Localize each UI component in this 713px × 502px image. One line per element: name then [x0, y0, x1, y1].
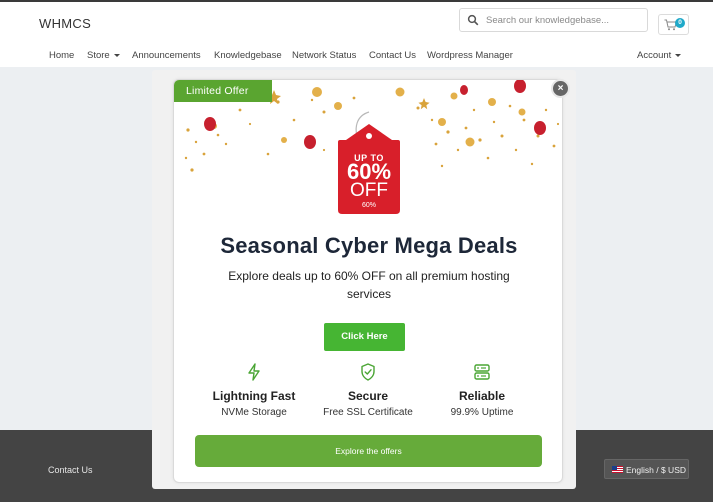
nav-item-home[interactable]: Home [49, 50, 74, 61]
us-flag-icon [612, 466, 623, 473]
language-currency-selector[interactable]: English / $ USD [604, 459, 689, 479]
caret-down-icon [113, 53, 120, 57]
lightning-icon [248, 363, 260, 381]
limited-offer-ribbon: Limited Offer [174, 80, 272, 102]
feature-desc: Free SSL Certificate [323, 407, 413, 418]
nav-item-knowledgebase[interactable]: Knowledgebase [214, 50, 282, 61]
click-here-button[interactable]: Click Here [324, 323, 405, 351]
tag-small-percent: 60% [361, 202, 376, 209]
feature-reliable: Reliable 99.9% Uptime [422, 363, 542, 418]
cart-button[interactable]: 0 [658, 14, 689, 35]
language-label: English / $ USD [626, 465, 686, 475]
feature-lightning-fast: Lightning Fast NVMe Storage [194, 363, 314, 418]
brand-logo[interactable]: WHMCS [39, 16, 91, 31]
search-input[interactable] [486, 12, 644, 28]
shield-check-icon [361, 363, 375, 381]
cart-count-badge: 0 [675, 18, 685, 28]
discount-tag: UP TO 60% OFF 60% [336, 104, 402, 216]
close-icon[interactable]: × [551, 79, 570, 98]
server-icon [474, 364, 490, 380]
nav-item-account[interactable]: Account [637, 50, 682, 61]
nav-item-account-label: Account [637, 50, 672, 61]
tag-off: OFF [350, 180, 388, 201]
feature-desc: 99.9% Uptime [450, 407, 514, 418]
promo-popup: Limited Offer UP TO 60% OFF 60% Seasonal… [173, 79, 563, 483]
feature-title: Secure [347, 389, 389, 403]
feature-title: Reliable [458, 389, 506, 403]
caret-down-icon [675, 53, 682, 57]
feature-desc: NVMe Storage [221, 407, 287, 418]
nav-item-contact-us[interactable]: Contact Us [369, 50, 416, 61]
nav-item-store[interactable]: Store [87, 50, 120, 61]
nav-item-announcements[interactable]: Announcements [132, 50, 201, 61]
search-icon [467, 14, 479, 26]
nav-item-store-label: Store [87, 50, 110, 61]
footer-contact-link[interactable]: Contact Us [48, 465, 93, 475]
popup-subtext: Explore deals up to 60% OFF on all premi… [228, 269, 510, 301]
feature-secure: Secure Free SSL Certificate [308, 363, 428, 418]
popup-headline: Seasonal Cyber Mega Deals [220, 233, 518, 258]
knowledgebase-search[interactable] [459, 8, 648, 32]
main-nav: Home Store Announcements Knowledgebase N… [0, 43, 713, 67]
explore-offers-button[interactable]: Explore the offers [195, 435, 542, 467]
feature-title: Lightning Fast [212, 389, 296, 403]
nav-item-wordpress-manager[interactable]: Wordpress Manager [427, 50, 513, 61]
nav-item-network-status[interactable]: Network Status [292, 50, 356, 61]
